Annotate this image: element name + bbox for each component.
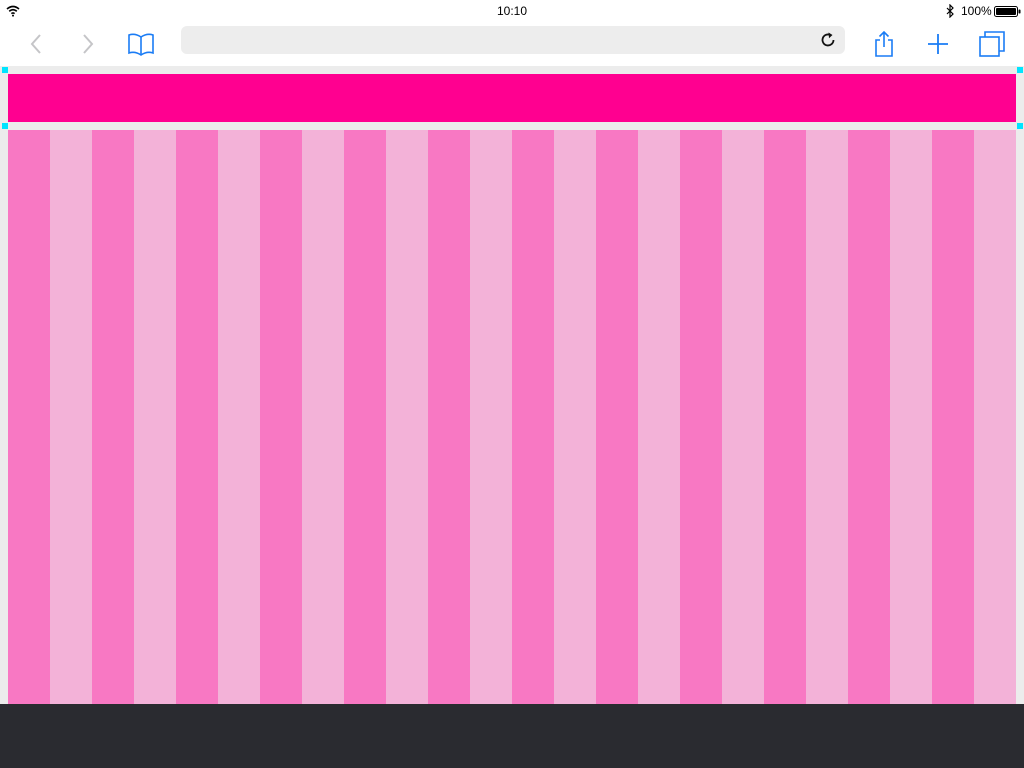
grid-column [890, 130, 932, 704]
status-time: 10:10 [496, 4, 528, 18]
forward-button[interactable] [70, 26, 106, 62]
chevron-left-icon [30, 34, 41, 54]
status-bar: 10:10 100% [0, 0, 1024, 22]
grid-column [302, 130, 344, 704]
grid-column [134, 130, 176, 704]
book-icon [128, 33, 154, 56]
back-button[interactable] [18, 26, 54, 62]
address-input[interactable] [191, 30, 815, 52]
new-tab-button[interactable] [920, 26, 956, 62]
share-button[interactable] [866, 26, 902, 62]
selection-handle-bottom-left[interactable] [2, 123, 8, 129]
bottom-bar [0, 704, 1024, 768]
grid-column [722, 130, 764, 704]
grid-column [764, 130, 806, 704]
grid-column [386, 130, 428, 704]
chevron-right-icon [83, 34, 94, 54]
bluetooth-icon [946, 4, 954, 18]
grid-column [92, 130, 134, 704]
grid-column [176, 130, 218, 704]
grid-column [806, 130, 848, 704]
grid-column [428, 130, 470, 704]
share-icon [875, 30, 893, 57]
address-bar[interactable] [181, 26, 845, 54]
selection-handle-top-left[interactable] [2, 67, 8, 73]
selection-handle-top-right[interactable] [1017, 67, 1023, 73]
grid-column [8, 130, 50, 704]
selection-handle-bottom-right[interactable] [1017, 123, 1023, 129]
tabs-icon [979, 31, 1005, 57]
grid-column [470, 130, 512, 704]
battery-percent: 100% [961, 4, 992, 18]
grid-column [344, 130, 386, 704]
grid-column [512, 130, 554, 704]
grid-column [218, 130, 260, 704]
plus-icon [928, 34, 948, 54]
bookmarks-button[interactable] [123, 26, 159, 62]
web-content [0, 66, 1024, 704]
grid-column [50, 130, 92, 704]
header-band [8, 74, 1016, 122]
grid-column [260, 130, 302, 704]
battery-icon [994, 6, 1021, 17]
browser-toolbar [0, 22, 1024, 66]
grid-column [596, 130, 638, 704]
grid-column [638, 130, 680, 704]
grid-column [680, 130, 722, 704]
grid-column [554, 130, 596, 704]
grid-column [932, 130, 974, 704]
grid-column [848, 130, 890, 704]
reload-icon[interactable] [819, 31, 837, 49]
grid-columns [8, 130, 1016, 704]
tabs-button[interactable] [974, 26, 1010, 62]
grid-column [974, 130, 1016, 704]
